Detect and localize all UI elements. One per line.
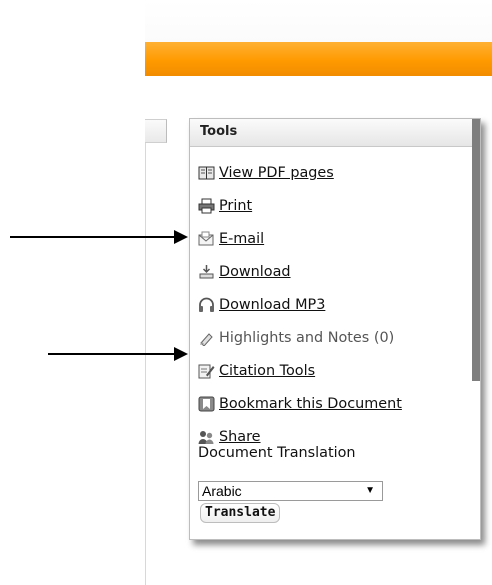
tool-label[interactable]: Download (219, 264, 291, 280)
tool-label[interactable]: Citation Tools (219, 363, 315, 379)
tool-share[interactable]: Share (198, 427, 261, 447)
left-pane-border (145, 119, 146, 585)
tool-label[interactable]: View PDF pages (219, 165, 334, 181)
tool-bookmark-document[interactable]: Bookmark this Document (198, 394, 402, 414)
chevron-down-icon: ▼ (365, 485, 375, 496)
selected-language: Arabic (202, 483, 242, 499)
panel-scrollbar[interactable] (472, 119, 480, 381)
tools-panel: Tools View PDF pages Print E-mail Downlo… (189, 118, 481, 540)
annotation-arrow-shaft (48, 353, 176, 355)
language-select[interactable]: Arabic ▼ (198, 481, 383, 501)
annotation-arrow-shaft (10, 236, 176, 238)
headphones-icon (198, 297, 215, 313)
document-translation-label: Document Translation (198, 445, 356, 461)
tools-panel-title: Tools (190, 119, 480, 147)
tool-download-mp3[interactable]: Download MP3 (198, 295, 325, 315)
orange-banner (145, 42, 492, 76)
tool-print[interactable]: Print (198, 196, 252, 216)
citation-icon (198, 363, 215, 379)
tool-label[interactable]: E-mail (219, 231, 264, 247)
left-pane-header (145, 119, 167, 143)
tool-label[interactable]: Bookmark this Document (219, 396, 402, 412)
tool-highlights-notes: Highlights and Notes (0) (198, 328, 394, 348)
tool-label[interactable]: Share (219, 429, 261, 445)
download-icon (198, 264, 215, 280)
annotation-arrow-head (174, 347, 188, 361)
header-fade (145, 0, 492, 42)
highlighter-icon (198, 330, 215, 347)
translate-button[interactable]: Translate (200, 503, 281, 523)
tool-label: Highlights and Notes (0) (219, 330, 395, 346)
share-icon (198, 429, 215, 445)
bookmark-icon (198, 396, 215, 412)
book-icon (198, 165, 215, 181)
printer-icon (198, 198, 215, 214)
tool-email[interactable]: E-mail (198, 229, 264, 249)
tool-citation-tools[interactable]: Citation Tools (198, 361, 315, 381)
email-icon (198, 231, 215, 247)
tool-label[interactable]: Download MP3 (219, 297, 325, 313)
tool-download[interactable]: Download (198, 262, 291, 282)
annotation-arrow-head (174, 230, 188, 244)
tool-view-pdf-pages[interactable]: View PDF pages (198, 163, 334, 183)
tool-label[interactable]: Print (219, 198, 252, 214)
